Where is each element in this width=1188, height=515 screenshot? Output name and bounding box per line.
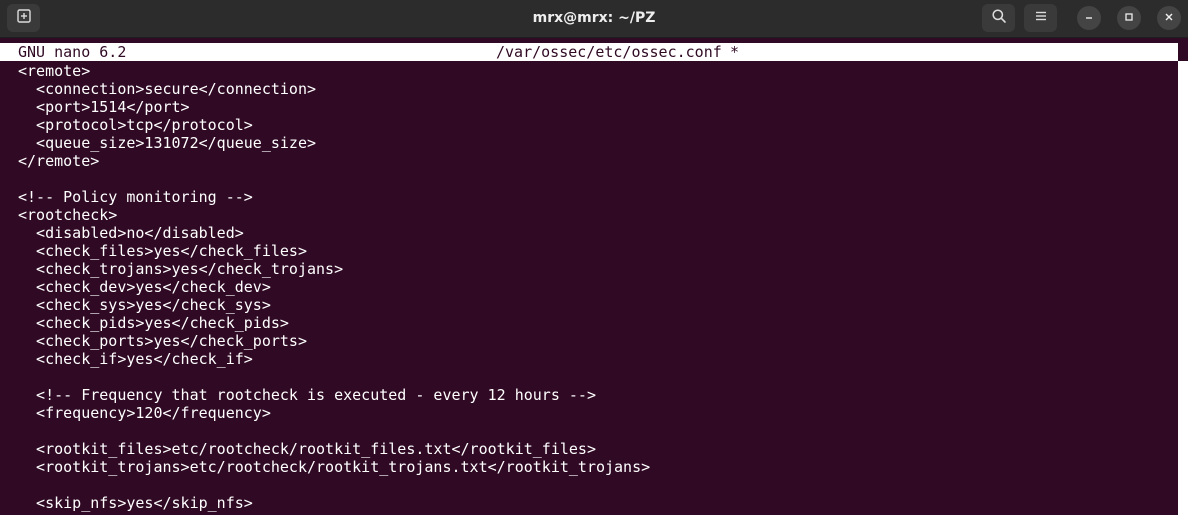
nano-version: GNU nano 6.2: [18, 43, 127, 61]
nano-title-bar: GNU nano 6.2 /var/ossec/etc/ossec.conf *: [0, 43, 1178, 61]
code-line: <check_files>yes</check_files>: [18, 242, 307, 260]
scrollbar[interactable]: [1178, 61, 1188, 515]
nano-modified-marker: *: [730, 43, 740, 61]
code-line: <rootcheck>: [18, 206, 118, 224]
code-line: <disabled>no</disabled>: [18, 224, 244, 242]
code-line: <check_trojans>yes</check_trojans>: [18, 260, 344, 278]
code-line: <port>1514</port>: [18, 98, 190, 116]
code-line: <frequency>120</frequency>: [18, 404, 271, 422]
minimize-icon: [1084, 9, 1094, 27]
maximize-icon: [1124, 9, 1134, 27]
minimize-button[interactable]: [1077, 6, 1101, 30]
editor-content[interactable]: <remote> <connection>secure</connection>…: [18, 62, 650, 512]
code-line: <check_pids>yes</check_pids>: [18, 314, 289, 332]
search-button[interactable]: [982, 4, 1015, 32]
code-line: <!-- Frequency that rootcheck is execute…: [18, 386, 596, 404]
terminal-window: mrx@mrx: ~/PZ GNU nano 6.2 /var/ossec/et…: [0, 0, 1188, 515]
close-button[interactable]: [1157, 6, 1181, 30]
hamburger-menu-icon: [1034, 9, 1048, 28]
code-line: <connection>secure</connection>: [18, 80, 317, 98]
code-line: <check_ports>yes</check_ports>: [18, 332, 307, 350]
code-line: <rootkit_trojans>etc/rootcheck/rootkit_t…: [18, 458, 651, 476]
menu-button[interactable]: [1024, 4, 1057, 32]
code-line: <queue_size>131072</queue_size>: [18, 134, 317, 152]
code-line: <check_if>yes</check_if>: [18, 350, 253, 368]
code-line: <rootkit_files>etc/rootcheck/rootkit_fil…: [18, 440, 596, 458]
maximize-button[interactable]: [1117, 6, 1141, 30]
code-line: <remote>: [18, 62, 91, 80]
code-line: <protocol>tcp</protocol>: [18, 116, 253, 134]
terminal-area[interactable]: GNU nano 6.2 /var/ossec/etc/ossec.conf *…: [0, 43, 1188, 515]
code-line: <check_sys>yes</check_sys>: [18, 296, 271, 314]
code-line: </remote>: [18, 152, 100, 170]
code-line: <check_dev>yes</check_dev>: [18, 278, 271, 296]
close-icon: [1164, 9, 1174, 27]
new-tab-button[interactable]: [7, 4, 40, 32]
title-bar[interactable]: mrx@mrx: ~/PZ: [0, 0, 1188, 38]
new-tab-icon: [16, 8, 32, 29]
search-icon: [991, 8, 1007, 29]
code-line: <skip_nfs>yes</skip_nfs>: [18, 494, 253, 512]
code-line: <!-- Policy monitoring -->: [18, 188, 253, 206]
nano-filename: /var/ossec/etc/ossec.conf: [496, 43, 722, 61]
